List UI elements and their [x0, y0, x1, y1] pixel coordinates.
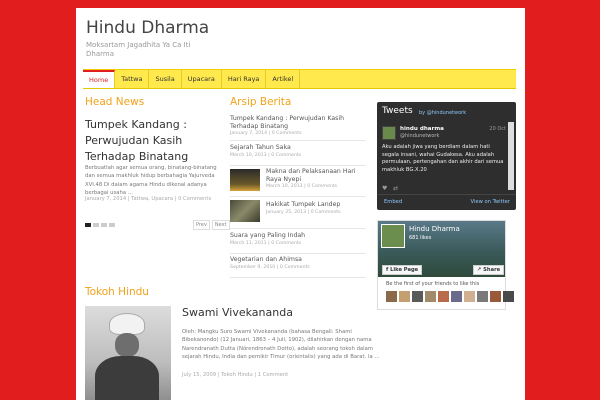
arsip-item-meta: January 7, 2014 | 0 Comments	[230, 131, 302, 136]
tweet-date[interactable]: 20 Oct	[489, 126, 506, 132]
site-tagline: Moksartam Jagadhita Ya Ca Iti Dharma	[86, 41, 191, 58]
nyepi-thumbnail[interactable]	[230, 169, 260, 191]
nav-item-home[interactable]: Home	[83, 70, 116, 88]
friend-avatar[interactable]	[451, 291, 462, 302]
next-button[interactable]: Next	[211, 220, 230, 230]
facebook-page-name[interactable]: Hindu Dharma	[409, 225, 460, 233]
list-item[interactable]: Tumpek Kandang : Perwujudan Kasih Terhad…	[230, 115, 366, 141]
like-page-button[interactable]: f Like Page	[382, 265, 423, 275]
arsip-item-title[interactable]: Vegetarian dan Ahimsa	[230, 256, 366, 264]
arsip-heading: Arsip Berita	[230, 96, 292, 108]
friend-avatar[interactable]	[399, 291, 410, 302]
arsip-item-meta: March 11, 2011 | 0 Comments	[230, 240, 302, 246]
facebook-likes-count: 681 likes	[409, 235, 432, 241]
arsip-item-meta: September 9, 2010 | 0 Comments	[230, 264, 310, 270]
head-news-meta: January 7, 2014 | Tattwa, Upacara | 0 Co…	[85, 196, 212, 202]
like-page-label: Like Page	[390, 267, 419, 273]
arsip-item-title[interactable]: Tumpek Kandang : Perwujudan Kasih Terhad…	[230, 115, 366, 130]
facebook-cover[interactable]: Hindu Dharma 681 likes f Like Page ↗ Sha…	[378, 221, 505, 277]
page-container: Hindu Dharma Moksartam Jagadhita Ya Ca I…	[76, 8, 525, 400]
tokoh-heading: Tokoh Hindu	[85, 286, 149, 298]
facebook-friends-text: Be the first of your friends to like thi…	[386, 281, 480, 287]
twitter-title: Tweets	[382, 106, 413, 116]
twitter-scrollbar[interactable]	[508, 122, 514, 190]
arsip-item-title[interactable]: Suara yang Paling Indah	[230, 232, 366, 240]
friend-avatar[interactable]	[386, 291, 397, 302]
list-item[interactable]: Hakikat Tumpek Landep January 25, 2013 |…	[266, 201, 366, 215]
facebook-icon: f	[386, 267, 389, 273]
main-nav: Home Tattwa Susila Upacara Hari Raya Art…	[83, 69, 516, 89]
share-label: Share	[483, 267, 501, 273]
nav-item-artikel[interactable]: Artikel	[266, 70, 301, 88]
heart-icon[interactable]: ♥	[382, 185, 387, 192]
tokoh-meta: July 15, 2009 | Tokoh Hindu | 1 Comment	[182, 372, 289, 378]
nav-item-tattwa[interactable]: Tattwa	[115, 70, 150, 88]
head-news-title[interactable]: Tumpek Kandang : Perwujudan Kasih Terhad…	[85, 117, 225, 165]
tokoh-excerpt: Oleh: Mangku Suro Swami Vivekananda (bah…	[182, 329, 380, 361]
slider-dot[interactable]	[93, 223, 99, 227]
friend-avatar[interactable]	[438, 291, 449, 302]
share-icon: ↗	[477, 267, 482, 273]
friend-avatar[interactable]	[425, 291, 436, 302]
view-on-twitter-link[interactable]: View on Twitter	[471, 199, 510, 205]
nav-item-upacara[interactable]: Upacara	[182, 70, 222, 88]
twitter-by-link[interactable]: by @hindunetwork	[419, 110, 466, 116]
friend-avatar[interactable]	[464, 291, 475, 302]
tumpek-landep-thumbnail[interactable]	[230, 200, 260, 222]
tweet-actions: ♥ ⇄	[382, 185, 398, 192]
nav-item-susila[interactable]: Susila	[149, 70, 182, 88]
tweet-author-name[interactable]: hindu dharma	[400, 126, 444, 132]
list-item[interactable]: Vegetarian dan Ahimsa September 9, 2010 …	[230, 256, 366, 278]
tweet-author-handle[interactable]: @hindunetwork	[400, 133, 439, 139]
twitter-widget: Tweets by @hindunetwork hindu dharma @hi…	[377, 102, 516, 210]
friend-avatar[interactable]	[412, 291, 423, 302]
facebook-widget: Hindu Dharma 681 likes f Like Page ↗ Sha…	[377, 220, 514, 310]
friend-avatar[interactable]	[490, 291, 501, 302]
tweet-text: Aku adalah jiwa yang berdiam dalam hati …	[382, 144, 504, 173]
photo-turban	[109, 313, 145, 335]
arsip-item-title[interactable]: Sejarah Tahun Saka	[230, 144, 366, 152]
photo-face	[115, 333, 139, 357]
head-news-excerpt: Berbuatlah agar semua orang, binatang-bi…	[85, 165, 217, 197]
slider-dots	[85, 223, 115, 227]
twitter-footer: Embed View on Twitter	[377, 194, 516, 210]
prev-button[interactable]: Prev	[193, 220, 210, 230]
tweet-avatar[interactable]	[382, 126, 396, 140]
arsip-item-title[interactable]: Hakikat Tumpek Landep	[266, 201, 366, 209]
arsip-item-meta: January 25, 2013 | 0 Comments	[266, 209, 341, 215]
photo-robe	[95, 356, 159, 400]
embed-link[interactable]: Embed	[384, 199, 402, 205]
slider-dot[interactable]	[101, 223, 107, 227]
retweet-icon[interactable]: ⇄	[393, 185, 398, 192]
divider	[230, 196, 366, 197]
nav-item-hari-raya[interactable]: Hari Raya	[222, 70, 267, 88]
list-item[interactable]: Suara yang Paling Indah March 11, 2011 |…	[230, 232, 366, 254]
divider	[230, 228, 366, 229]
tokoh-title[interactable]: Swami Vivekananda	[182, 306, 293, 319]
arsip-item-meta: March 10, 2013 | 0 Comments	[266, 184, 338, 189]
tweet: hindu dharma @hindunetwork 20 Oct Aku ad…	[380, 122, 508, 190]
head-news-heading: Head News	[85, 96, 145, 108]
arsip-item-title[interactable]: Makna dan Pelaksanaan Hari Raya Nyepi	[266, 168, 366, 183]
slider-pager: Prev Next	[193, 220, 230, 230]
list-item[interactable]: Makna dan Pelaksanaan Hari Raya Nyepi Ma…	[266, 168, 366, 189]
friend-avatar[interactable]	[503, 291, 514, 302]
facebook-page-avatar[interactable]	[381, 224, 405, 248]
site-title[interactable]: Hindu Dharma	[86, 18, 209, 38]
vivekananda-photo[interactable]	[85, 306, 171, 400]
slider-dot[interactable]	[85, 223, 91, 227]
friend-avatar[interactable]	[477, 291, 488, 302]
list-item[interactable]: Sejarah Tahun Saka March 10, 2013 | 0 Co…	[230, 144, 366, 166]
facebook-friend-avatars	[386, 291, 514, 302]
slider-dot[interactable]	[109, 223, 115, 227]
arsip-item-meta: March 10, 2013 | 0 Comments	[230, 152, 302, 158]
share-button[interactable]: ↗ Share	[473, 265, 505, 275]
